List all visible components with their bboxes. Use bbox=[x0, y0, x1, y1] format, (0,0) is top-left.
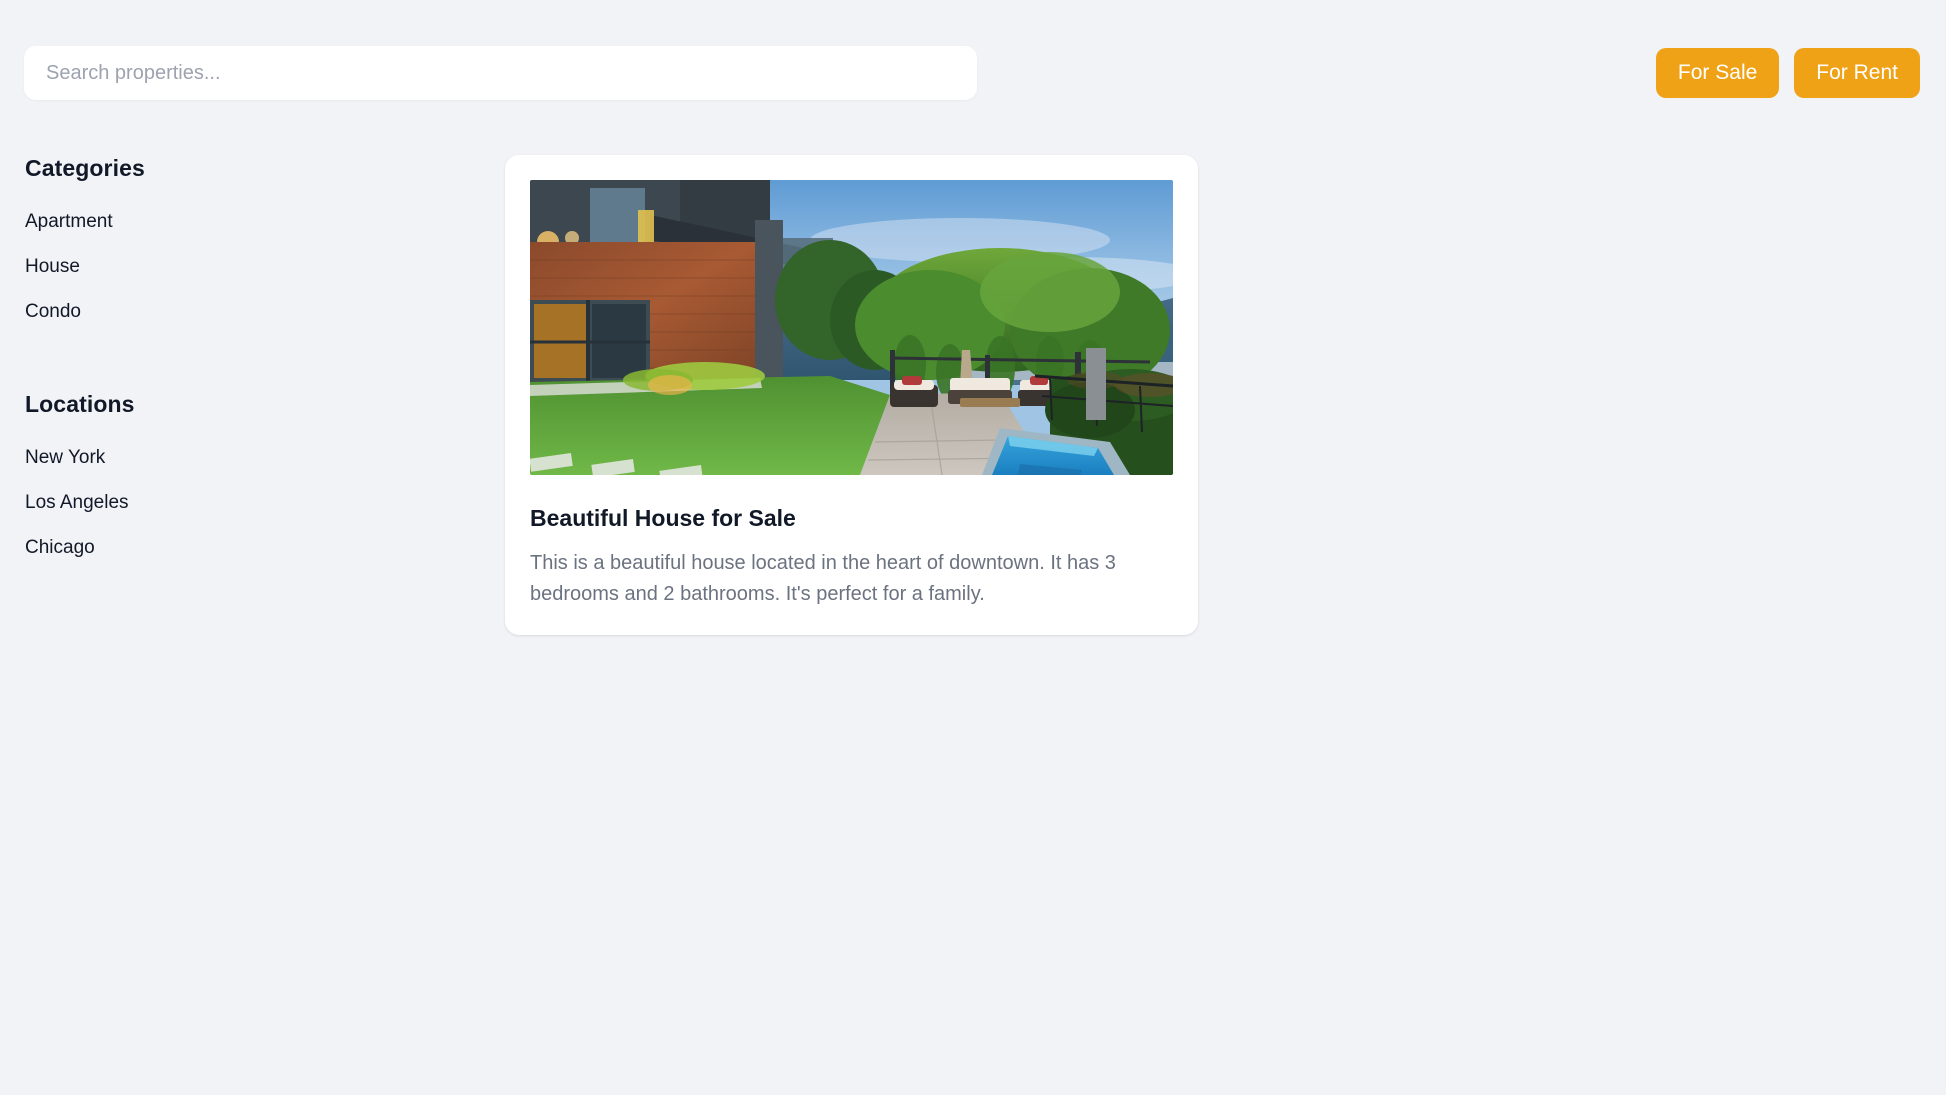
for-rent-button[interactable]: For Rent bbox=[1794, 48, 1920, 98]
property-card[interactable]: Beautiful House for Sale This is a beaut… bbox=[505, 155, 1198, 635]
sidebar-item-new-york[interactable]: New York bbox=[25, 448, 105, 467]
categories-list: Apartment House Condo bbox=[25, 212, 505, 321]
property-description: This is a beautiful house located in the… bbox=[530, 552, 1116, 605]
property-photo bbox=[530, 180, 1173, 475]
sidebar-item-los-angeles[interactable]: Los Angeles bbox=[25, 493, 129, 512]
filter-button-group: For Sale For Rent bbox=[1655, 48, 1920, 98]
filters-sidebar: Categories Apartment House Condo Locatio… bbox=[0, 155, 505, 635]
house-with-pool-image bbox=[530, 180, 1173, 475]
app-root: For Sale For Rent Categories Apartment H… bbox=[0, 0, 1946, 1095]
sidebar-item-chicago[interactable]: Chicago bbox=[25, 538, 95, 557]
listings-area: Beautiful House for Sale This is a beaut… bbox=[505, 155, 1946, 635]
for-sale-button[interactable]: For Sale bbox=[1655, 48, 1780, 98]
sidebar-item-apartment[interactable]: Apartment bbox=[25, 212, 113, 231]
locations-heading: Locations bbox=[25, 391, 135, 417]
categories-heading: Categories bbox=[25, 155, 145, 181]
property-title: Beautiful House for Sale bbox=[530, 505, 796, 531]
sidebar-item-condo[interactable]: Condo bbox=[25, 302, 81, 321]
sidebar-item-house[interactable]: House bbox=[25, 257, 80, 276]
sidebar-section-divider bbox=[25, 347, 505, 391]
search-input[interactable] bbox=[24, 46, 977, 100]
content-area: Categories Apartment House Condo Locatio… bbox=[0, 155, 1946, 635]
top-toolbar: For Sale For Rent bbox=[24, 46, 1922, 100]
locations-list: New York Los Angeles Chicago bbox=[25, 448, 505, 557]
